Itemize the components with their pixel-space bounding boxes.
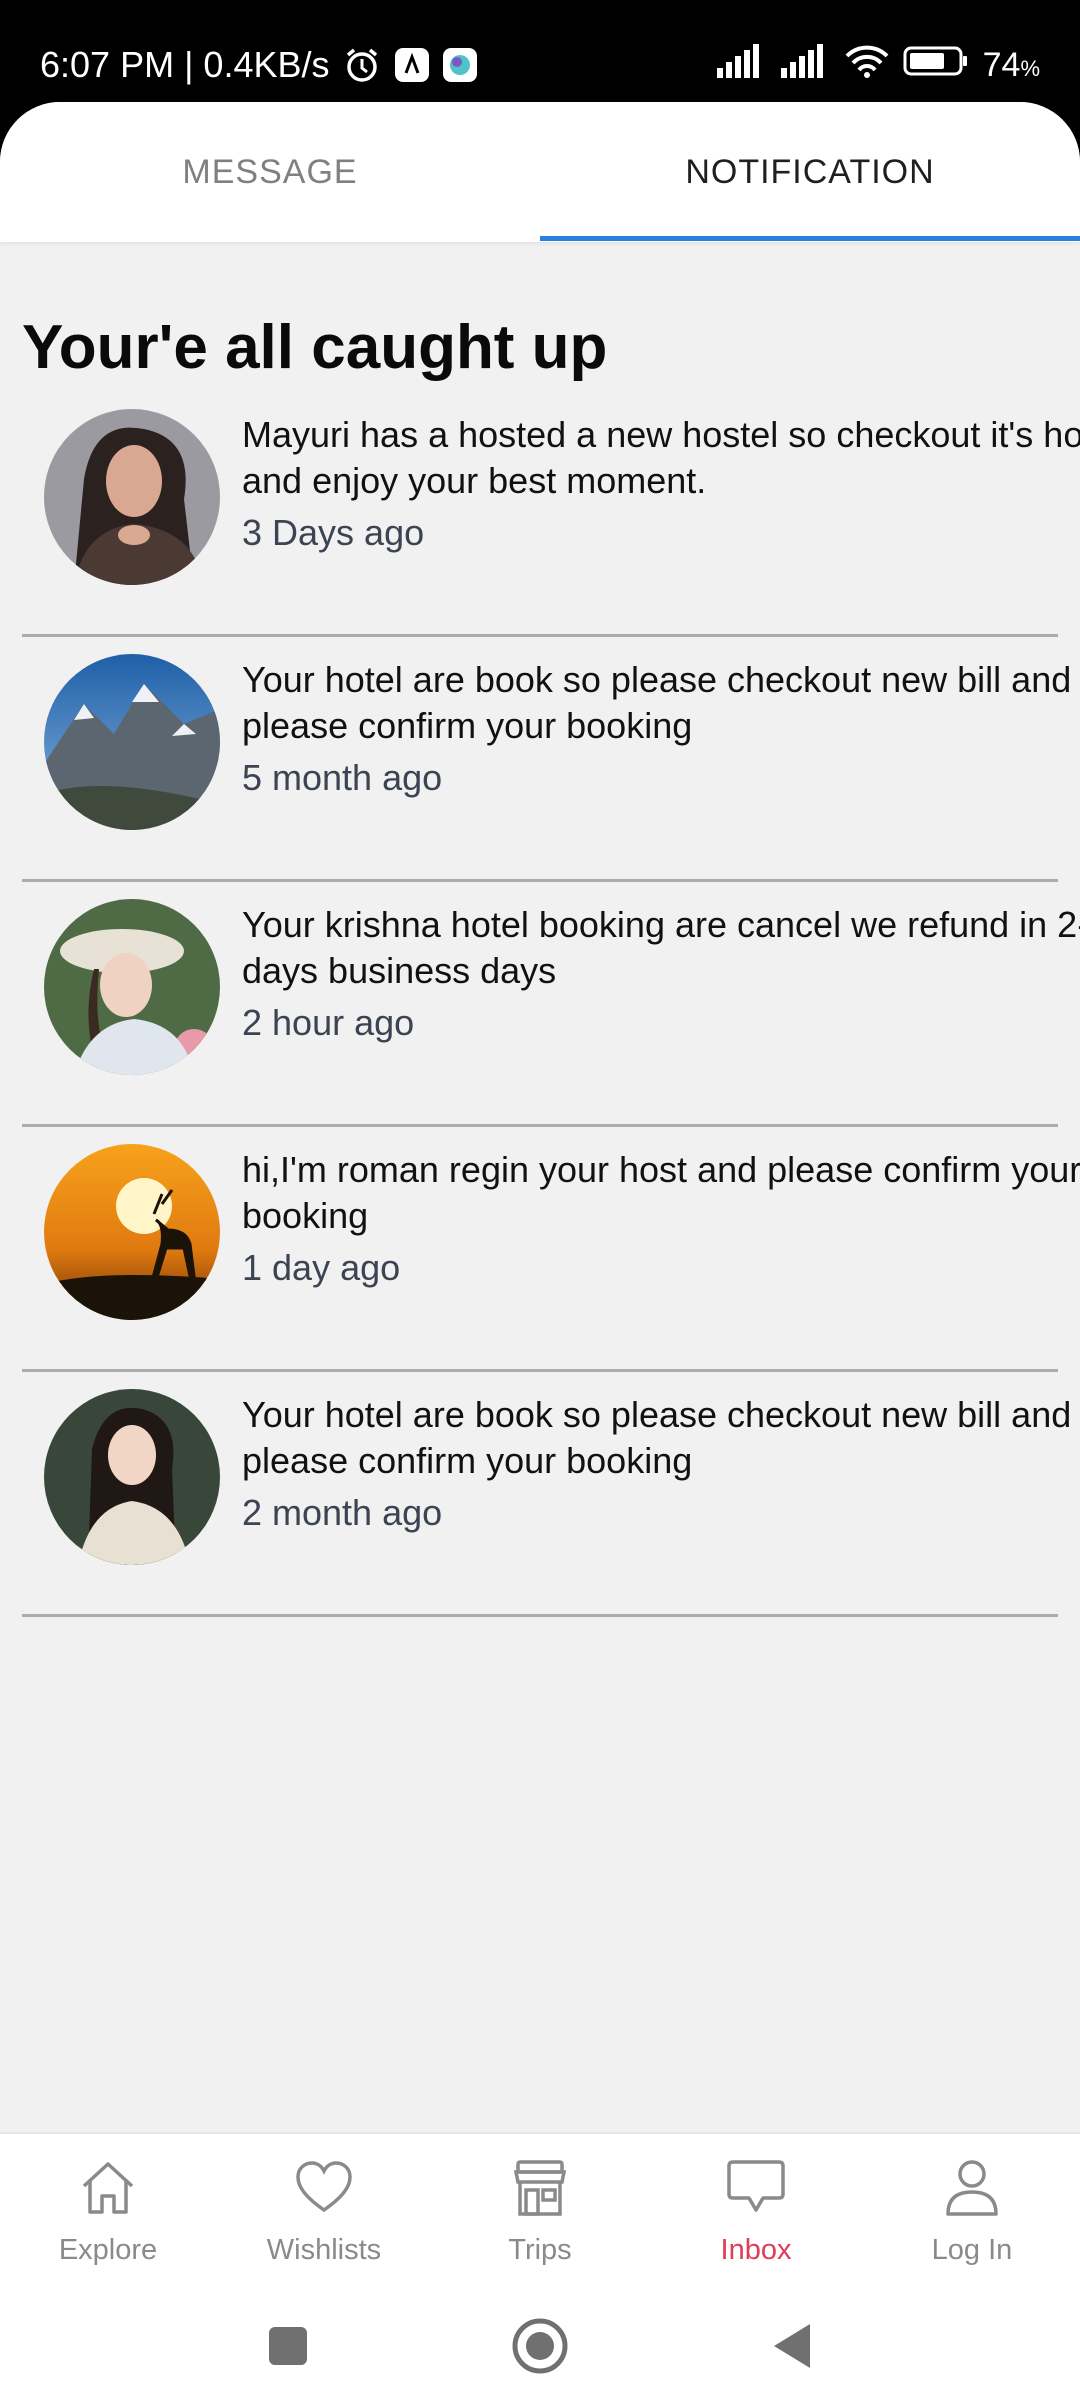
divider bbox=[22, 1614, 1058, 1617]
page-title: Your'e all caught up bbox=[22, 313, 608, 382]
tab-notification[interactable]: NOTIFICATION bbox=[540, 102, 1080, 242]
inbox-screen: MESSAGE NOTIFICATION Your'e all caught u… bbox=[0, 102, 1080, 2400]
woman-with-hat-icon bbox=[44, 899, 220, 1075]
square-icon bbox=[269, 2327, 307, 2365]
active-tab-indicator bbox=[540, 236, 1080, 241]
status-bar: 6:07 PM | 0.4KB/s 74% bbox=[0, 0, 1080, 110]
signal-icon-1 bbox=[716, 43, 767, 87]
store-icon bbox=[508, 2156, 572, 2220]
home-icon bbox=[76, 2156, 140, 2220]
mountain-landscape-icon bbox=[44, 654, 220, 830]
notification-text-block: Your hotel are book so please checkout n… bbox=[242, 657, 1080, 801]
nav-wishlists[interactable]: Wishlists bbox=[216, 2134, 432, 2294]
recents-button[interactable] bbox=[258, 2316, 318, 2376]
nav-login[interactable]: Log In bbox=[864, 2134, 1080, 2294]
notification-time: 2 hour ago bbox=[242, 1002, 415, 1043]
avatar bbox=[44, 654, 220, 830]
notification-message: Your hotel are book so please checkout n… bbox=[242, 1394, 1072, 1481]
notification-message: Your hotel are book so please checkout n… bbox=[242, 659, 1072, 746]
nav-label: Trips bbox=[508, 2234, 572, 2266]
notification-time: 3 Days ago bbox=[242, 512, 425, 553]
woman-portrait-icon bbox=[44, 409, 220, 585]
person-icon bbox=[940, 2156, 1004, 2220]
avatar bbox=[44, 1389, 220, 1565]
home-button[interactable] bbox=[510, 2316, 570, 2376]
status-left: 6:07 PM | 0.4KB/s bbox=[40, 40, 478, 90]
avatar bbox=[44, 409, 220, 585]
bottom-navigation: Explore Wishlists Trips Inbox Log In bbox=[0, 2132, 1080, 2292]
notification-item[interactable]: Mayuri has a hosted a new hostel so chec… bbox=[0, 392, 1080, 637]
nav-explore[interactable]: Explore bbox=[0, 2134, 216, 2294]
nav-trips[interactable]: Trips bbox=[432, 2134, 648, 2294]
avatar bbox=[44, 1144, 220, 1320]
alarm-icon bbox=[342, 45, 382, 85]
back-button[interactable] bbox=[762, 2316, 822, 2376]
heart-icon bbox=[292, 2156, 356, 2220]
deer-sunset-icon bbox=[44, 1144, 220, 1320]
notification-time: 1 day ago bbox=[242, 1247, 401, 1288]
inbox-tabs: MESSAGE NOTIFICATION bbox=[0, 102, 1080, 242]
tab-message[interactable]: MESSAGE bbox=[0, 102, 540, 242]
circle-icon bbox=[512, 2318, 568, 2374]
notification-item[interactable]: Your krishna hotel booking are cancel we… bbox=[0, 882, 1080, 1127]
battery-unit: % bbox=[1020, 55, 1040, 81]
avatar bbox=[44, 899, 220, 1075]
nav-label: Inbox bbox=[720, 2234, 792, 2266]
nav-label: Log In bbox=[931, 2234, 1013, 2266]
chat-icon bbox=[724, 2156, 788, 2220]
triangle-back-icon bbox=[774, 2324, 810, 2368]
notification-item[interactable]: Your hotel are book so please checkout n… bbox=[0, 637, 1080, 882]
wifi-icon bbox=[845, 44, 889, 87]
status-time-speed: 6:07 PM | 0.4KB/s bbox=[40, 44, 330, 85]
notification-item[interactable]: Your hotel are book so please checkout n… bbox=[0, 1372, 1080, 1617]
signal-icon-2 bbox=[780, 43, 831, 87]
notification-message: Your krishna hotel booking are cancel we… bbox=[242, 904, 1080, 991]
notification-time: 2 month ago bbox=[242, 1492, 443, 1533]
notification-time: 5 month ago bbox=[242, 757, 443, 798]
notification-text-block: hi,I'm roman regin your host and please … bbox=[242, 1147, 1080, 1291]
system-navigation-bar bbox=[0, 2292, 1080, 2400]
battery-level: 74% bbox=[983, 46, 1040, 85]
woman-portrait-outdoor-icon bbox=[44, 1389, 220, 1565]
nav-label: Explore bbox=[58, 2234, 158, 2266]
nav-label: Wishlists bbox=[266, 2234, 382, 2266]
notification-text-block: Your hotel are book so please checkout n… bbox=[242, 1392, 1080, 1536]
nav-inbox[interactable]: Inbox bbox=[648, 2134, 864, 2294]
app-bubble-icon bbox=[442, 47, 478, 83]
notification-text-block: Your krishna hotel booking are cancel we… bbox=[242, 902, 1080, 1046]
status-right: 74% bbox=[716, 40, 1040, 90]
notification-message: hi,I'm roman regin your host and please … bbox=[242, 1149, 1080, 1236]
battery-value: 74 bbox=[982, 45, 1021, 84]
battery-icon bbox=[903, 44, 969, 87]
notification-message: Mayuri has a hosted a new hostel so chec… bbox=[242, 414, 1080, 501]
app-notification-icon bbox=[394, 47, 430, 83]
notification-item[interactable]: hi,I'm roman regin your host and please … bbox=[0, 1127, 1080, 1372]
notification-text-block: Mayuri has a hosted a new hostel so chec… bbox=[242, 412, 1080, 556]
